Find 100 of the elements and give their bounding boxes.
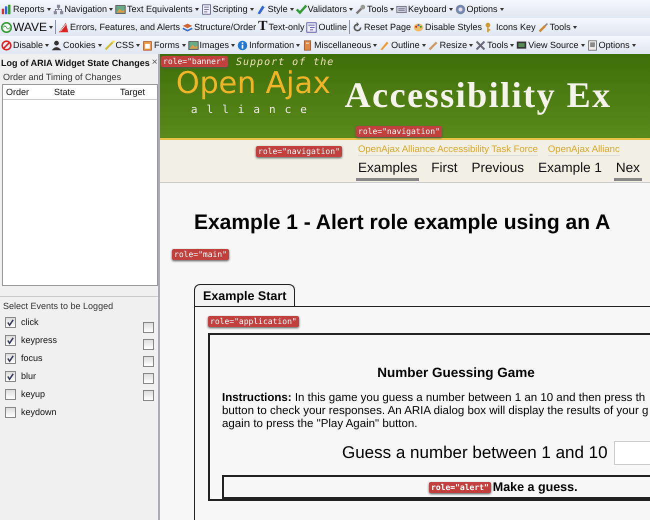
checkbox[interactable] [143,356,154,367]
monitor-icon [516,40,528,50]
toolbar-button[interactable]: CSS [104,37,140,53]
picture-icon [188,40,199,50]
palette-icon [413,22,424,32]
toolbar-button[interactable]: Images [188,37,236,53]
toolbar-button[interactable]: Tools [354,1,394,17]
group-legend: Select Events to be Logged [0,299,158,313]
role-label: role="main" [172,249,229,260]
checkbox[interactable] [5,352,16,364]
ruler-icon [428,40,439,50]
toolbar-button[interactable]: Navigation [52,1,114,17]
toolbar-button[interactable]: Style [256,1,294,17]
toolbar-button[interactable]: Scripting [200,1,254,17]
warning-icon [58,22,70,32]
guess-label: Guess a number between 1 and 10 [342,443,608,463]
layers-icon [182,22,194,32]
toolbar-button[interactable]: Icons Key [484,19,536,35]
toolbar-button[interactable]: Text Equivalents [115,1,199,17]
toolbar-button[interactable]: TText-only [258,19,304,35]
instructions-text: again to press the "Play Again" button. [222,418,418,431]
checkbox[interactable] [5,316,16,328]
role-label: role="application" [208,316,299,327]
instructions-text: button to check your responses. An ARIA dialog box will display the results of your g [222,405,650,418]
wand-icon [104,40,115,50]
toolbar-button[interactable]: Disable Styles [413,19,482,35]
alert-message: Make a guess. [492,480,578,494]
nav-link[interactable]: First [429,160,460,181]
role-label: role="banner" [161,56,228,67]
toolbar-button[interactable]: Structure/Order [182,19,256,35]
nav-link[interactable]: Previous [470,160,526,181]
toolbar-button[interactable]: Cookies [51,37,102,53]
toolbar-button[interactable]: Options [454,1,504,17]
page-heading: Example 1 - Alert role example using an A [194,211,612,235]
toolbar-button[interactable]: Reports [1,1,51,17]
toolbar-button[interactable]: Disable [1,37,50,53]
checkbox[interactable] [5,370,16,382]
group-legend: Order and Timing of Changes [0,70,158,84]
nav-link[interactable]: Example 1 [536,160,604,181]
toolbar-button[interactable]: Keyboard [396,1,453,17]
checkbox-label: keydown [21,407,57,417]
checkbox-label: click [21,317,38,327]
instructions-text: Instructions: In this game you guess a number between 1 an 10 and then press th [222,392,646,405]
gear-icon [454,4,466,14]
toolbar-button[interactable]: Options [586,37,636,53]
clipboard-icon [142,40,154,50]
picture-frame-icon [586,40,598,50]
toolbar-button[interactable]: Miscellaneous [302,37,378,53]
checkbox-label: focus [21,353,43,363]
toolbar-button[interactable]: Reset Page [352,19,412,35]
checkbox[interactable] [5,334,16,346]
nav-link[interactable]: Examples [356,160,420,181]
document-icon [200,4,212,14]
logo-subtext: alliance [190,102,316,116]
tools-icon [475,40,486,50]
close-button[interactable]: × [150,57,160,68]
panel-title: Log of ARIA Widget State Changes [1,58,150,68]
site-title: Accessibility Ex [344,74,612,116]
picture-icon [115,4,126,14]
brush-icon [256,4,267,14]
hierarchy-icon [52,4,64,14]
prohibited-icon [1,40,12,50]
pencil-icon [379,40,390,50]
outline-icon [306,22,318,32]
toolbar-button[interactable]: Outline [306,19,347,35]
checkbox[interactable] [5,406,16,418]
wave-icon [1,22,12,32]
toolbar-button[interactable]: Errors, Features, and Alerts [58,19,180,35]
checkbox-label: blur [21,371,36,381]
column-header: Order [6,87,30,97]
toolbar-button[interactable]: Tools [475,37,514,53]
checkbox[interactable] [5,388,16,400]
logo-text: Open Ajax [176,68,331,98]
toolbar-button[interactable]: Forms [142,37,186,53]
toolbar-button[interactable]: Resize [428,37,474,53]
screwdriver-icon [538,22,549,32]
checkbox[interactable] [143,339,154,350]
column-header: State [54,87,76,97]
role-label: role="navigation" [256,146,342,157]
toolbar-button[interactable]: Outline [379,37,426,53]
checkbox-label: keyup [21,389,46,399]
game-title: Number Guessing Game [377,365,535,380]
checkbox[interactable] [143,322,154,333]
book-icon [302,40,314,50]
text-icon: T [258,19,268,35]
checkbox[interactable] [143,373,154,384]
column-header: Target [120,87,146,97]
checkbox[interactable] [143,390,154,401]
bar-chart-icon [1,4,12,14]
nav-link[interactable]: Nex [614,160,642,181]
role-label: role="navigation" [356,126,442,137]
toolbar-button[interactable]: View Source [516,37,585,53]
toolbar-button[interactable]: Information [237,37,300,53]
toolbar-button[interactable]: Validators [296,1,353,17]
info-icon [237,40,248,50]
toolbar-button[interactable]: Tools [538,19,577,35]
role-label: role="alert" [429,482,491,492]
keyboard-icon [396,4,407,14]
checkbox-label: keypress [21,335,58,345]
refresh-icon [352,22,363,32]
